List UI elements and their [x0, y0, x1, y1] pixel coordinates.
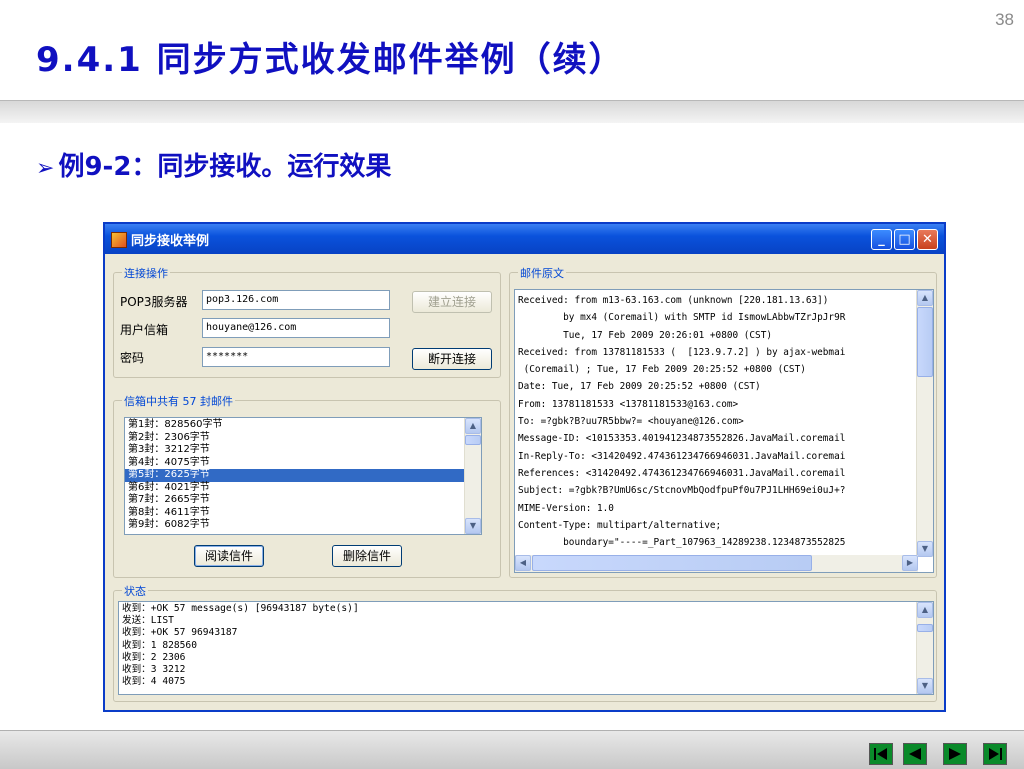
scroll-thumb[interactable] [532, 555, 812, 571]
list-item[interactable]: 第2封：2306字节 [125, 432, 465, 445]
mailbox-group: 信箱中共有 57 封邮件 第1封：828560字节 第2封：2306字节 第3封：3… [113, 393, 501, 578]
delete-mail-button[interactable]: 删除信件 [332, 545, 402, 567]
message-hscrollbar[interactable]: ◀ ▶ [515, 555, 918, 572]
minimize-button[interactable]: _ [871, 229, 892, 250]
mail-list-scrollbar[interactable]: ▲ ▼ [464, 418, 481, 534]
message-group-label: 邮件原文 [518, 265, 566, 281]
user-mailbox-input[interactable]: houyane@126.com [202, 318, 390, 338]
message-source-textbox[interactable]: Received: from m13-63.163.com (unknown [… [514, 289, 934, 573]
scroll-down-icon[interactable]: ▼ [465, 518, 481, 534]
message-line: (Coremail) ; Tue, 17 Feb 2009 20:25:52 +… [518, 364, 806, 376]
close-button[interactable]: ✕ [917, 229, 938, 250]
previous-slide-icon [909, 748, 921, 760]
scroll-right-icon[interactable]: ▶ [902, 555, 918, 571]
message-line: boundary="----=_Part_107963_14289238.123… [518, 537, 846, 549]
status-line: 收到：1 828560 [122, 639, 197, 651]
message-line: To: =?gbk?B?uu7R5bbw?= <houyane@126.com> [518, 416, 744, 428]
read-mail-button[interactable]: 阅读信件 [194, 545, 264, 567]
connect-button[interactable]: 建立连接 [412, 291, 492, 313]
scroll-down-icon[interactable]: ▼ [917, 678, 933, 694]
status-log-textbox[interactable]: 收到：+OK 57 message(s) [96943187 byte(s)] 发… [118, 601, 934, 695]
message-line: From: 13781181533 <13781181533@163.com> [518, 398, 739, 410]
list-item[interactable]: 第6封：4021字节 [125, 482, 465, 495]
list-item[interactable]: 第5封：2625字节 [125, 469, 465, 482]
message-line: Date: Tue, 17 Feb 2009 20:25:52 +0800 (C… [518, 381, 761, 393]
status-line: 收到：4 4075 [122, 676, 186, 688]
message-line: Tue, 17 Feb 2009 20:26:01 +0800 (CST) [518, 329, 772, 341]
last-slide-icon [989, 748, 1002, 760]
scroll-up-icon[interactable]: ▲ [465, 418, 481, 434]
scroll-up-icon[interactable]: ▲ [917, 602, 933, 618]
message-line: MIME-Version: 1.0 [518, 502, 614, 514]
window-title: 同步接收举例 [131, 234, 210, 249]
message-group: 邮件原文 Received: from m13-63.163.com (unkn… [509, 265, 937, 578]
mailbox-group-label: 信箱中共有 57 封邮件 [122, 393, 235, 409]
connection-group: 连接操作 POP3服务器 pop3.126.com 用户信箱 houyane@1… [113, 265, 501, 378]
next-slide-icon [949, 748, 961, 760]
first-slide-icon [874, 748, 887, 760]
message-line: by mx4 (Coremail) with SMTP id IsmowLAbb… [518, 312, 846, 324]
first-slide-button[interactable] [869, 743, 893, 765]
message-line: Received: from 13781181533 ( [123.9.7.2]… [518, 346, 846, 358]
window-titlebar[interactable]: 同步接收举例 _ □ ✕ [105, 224, 944, 254]
status-line: 发送：LIST [122, 615, 174, 627]
user-mailbox-label: 用户信箱 [120, 323, 169, 337]
message-line: In-Reply-To: <31420492.47436123476694603… [518, 450, 846, 462]
scroll-thumb[interactable] [465, 435, 481, 445]
app-icon [111, 232, 127, 248]
arrow-bullet-icon: ➢ [36, 156, 55, 181]
last-slide-button[interactable] [983, 743, 1007, 765]
status-line: 收到：+OK 57 96943187 [122, 627, 238, 639]
slide-title: 9.4.1 同步方式收发邮件举例（续） [36, 40, 625, 80]
list-item[interactable]: 第8封：4611字节 [125, 507, 465, 520]
slide-nav-bar [0, 730, 1024, 769]
previous-slide-button[interactable] [903, 743, 927, 765]
maximize-button[interactable]: □ [894, 229, 915, 250]
app-window: 同步接收举例 _ □ ✕ 连接操作 POP3服务器 pop3.126.com 用… [103, 222, 946, 712]
status-line: 收到：+OK 57 message(s) [96943187 byte(s)] [122, 603, 359, 614]
bullet-text: 例9-2：同步接收。运行效果 [58, 152, 392, 182]
pop3-label: POP3服务器 [120, 295, 188, 309]
scroll-left-icon[interactable]: ◀ [515, 555, 531, 571]
status-group-label: 状态 [122, 583, 148, 599]
list-item[interactable]: 第7封：2665字节 [125, 494, 465, 507]
slide-number: 38 [995, 10, 1014, 29]
message-vscrollbar[interactable]: ▲ ▼ [916, 290, 933, 557]
message-line: Content-Type: multipart/alternative; [518, 519, 722, 531]
list-item[interactable]: 第4封：4075字节 [125, 457, 465, 470]
list-item[interactable]: 第1封：828560字节 [125, 419, 465, 432]
scroll-down-icon[interactable]: ▼ [917, 541, 933, 557]
message-line: References: <31420492.474361234766946031… [518, 467, 846, 479]
status-line: 收到：3 3212 [122, 663, 186, 675]
scroll-thumb[interactable] [917, 624, 933, 632]
status-group: 状态 收到：+OK 57 message(s) [96943187 byte(s… [113, 583, 937, 702]
next-slide-button[interactable] [943, 743, 967, 765]
status-vscrollbar[interactable]: ▲ ▼ [916, 602, 933, 694]
scroll-thumb[interactable] [917, 307, 933, 377]
message-line: Subject: =?gbk?B?UmU6sc/StcnovMbQodfpuPf… [518, 485, 846, 497]
bullet-point: ➢ 例9-2：同步接收。运行效果 [36, 146, 391, 183]
password-label: 密码 [120, 351, 145, 365]
password-input[interactable]: ******* [202, 347, 390, 367]
pop3-server-input[interactable]: pop3.126.com [202, 290, 390, 310]
message-line: Message-ID: <10153353.401941234873552826… [518, 433, 846, 445]
status-line: 收到：2 2306 [122, 651, 186, 663]
scroll-up-icon[interactable]: ▲ [917, 290, 933, 306]
title-divider [0, 100, 1024, 123]
disconnect-button[interactable]: 断开连接 [412, 348, 492, 370]
list-item[interactable]: 第3封：3212字节 [125, 444, 465, 457]
message-line: Received: from m13-63.163.com (unknown [… [518, 295, 829, 306]
list-item[interactable]: 第9封：6082字节 [125, 519, 465, 532]
mail-list[interactable]: 第1封：828560字节 第2封：2306字节 第3封：3212字节 第4封：4075… [124, 417, 482, 535]
connection-group-label: 连接操作 [122, 265, 170, 281]
